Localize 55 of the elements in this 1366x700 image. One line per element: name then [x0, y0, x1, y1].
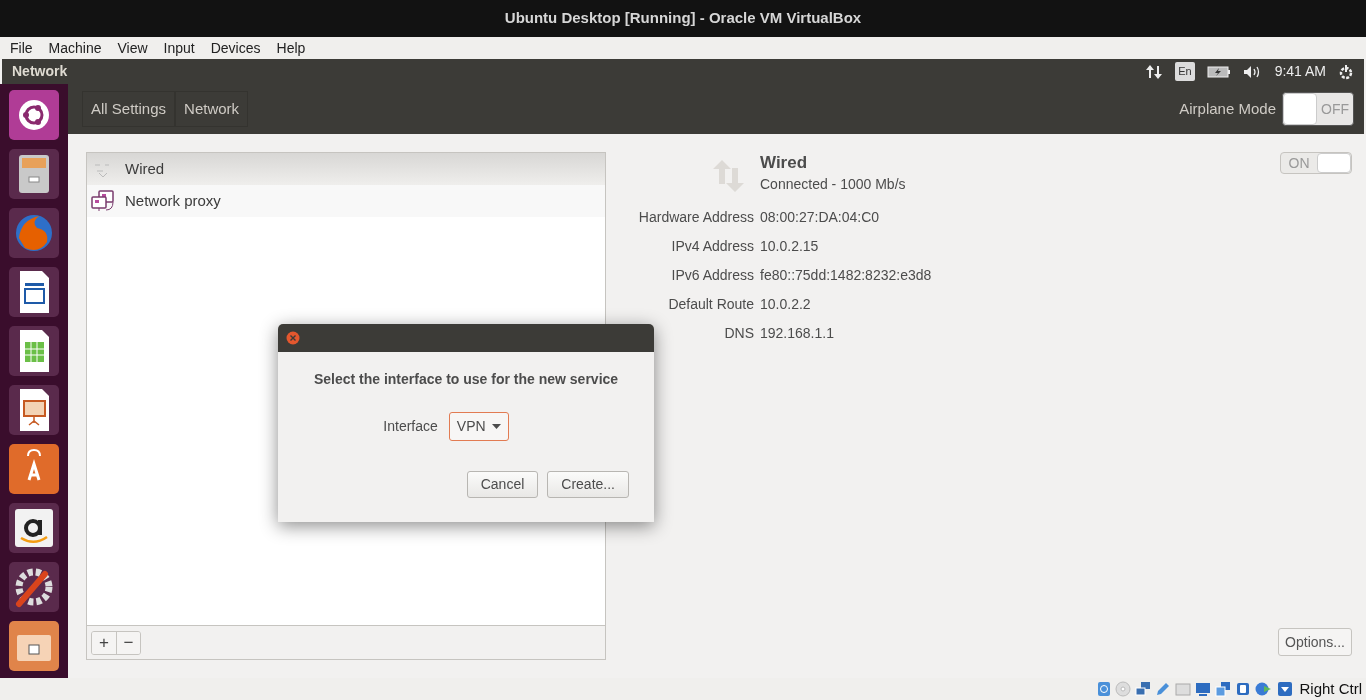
- airplane-mode-label: Airplane Mode: [1179, 98, 1276, 119]
- file-cabinet-icon[interactable]: [9, 149, 59, 199]
- windows-icon[interactable]: [1215, 681, 1232, 697]
- connection-item[interactable]: Wired: [87, 153, 605, 185]
- detail-label: Hardware Address: [637, 208, 754, 227]
- detail-value: fe80::75dd:1482:8232:e3d8: [760, 266, 933, 285]
- menu-item[interactable]: Input: [163, 37, 195, 59]
- clock[interactable]: 9:41 AM: [1274, 61, 1326, 82]
- connection-item[interactable]: Network proxy: [87, 185, 605, 217]
- cancel-button[interactable]: Cancel: [466, 471, 539, 498]
- breadcrumb-button[interactable]: Network: [175, 91, 249, 127]
- detail-value: 08:00:27:DA:04:C0: [760, 208, 881, 227]
- globe-fox-icon[interactable]: [9, 208, 59, 258]
- menu-item[interactable]: File: [10, 37, 33, 59]
- options-button[interactable]: Options...: [1278, 628, 1352, 656]
- ubuntu-logo-icon[interactable]: [9, 90, 59, 140]
- document-icon[interactable]: [9, 267, 59, 317]
- interface-dropdown[interactable]: VPN: [448, 412, 509, 441]
- remove-button[interactable]: −: [116, 631, 140, 654]
- menu-item[interactable]: Machine: [48, 37, 102, 59]
- keyboard-indicator[interactable]: En: [1175, 62, 1195, 81]
- menu-item[interactable]: Help: [276, 37, 306, 59]
- gear-wrench-icon[interactable]: [9, 562, 59, 612]
- menu-item[interactable]: Devices: [210, 37, 261, 59]
- close-icon[interactable]: [286, 331, 300, 345]
- create-button[interactable]: Create...: [547, 471, 629, 498]
- caret-icon: [491, 424, 501, 429]
- connection-status: Connected - 1000 Mb/s: [760, 175, 906, 194]
- detail-label: IPv6 Address: [670, 266, 754, 285]
- detail-value: 10.0.2.15: [760, 237, 820, 256]
- shopping-bag-icon[interactable]: [9, 444, 59, 494]
- computers-icon: [91, 190, 115, 212]
- breadcrumb-button[interactable]: All Settings: [82, 91, 176, 127]
- detail-label: IPv4 Address: [670, 237, 754, 256]
- detail-value: 192.168.1.1: [760, 324, 835, 343]
- spreadsheet-icon[interactable]: [9, 326, 59, 376]
- detail-label: Default Route: [667, 295, 754, 314]
- folder-icon[interactable]: [9, 621, 59, 671]
- menu-item[interactable]: View: [117, 37, 148, 59]
- dialog-prompt: Select the interface to use for the new service: [313, 370, 619, 389]
- display-icon[interactable]: [1195, 681, 1212, 697]
- pencil-icon[interactable]: [1155, 681, 1172, 697]
- network-icon[interactable]: [1135, 681, 1152, 697]
- detail-label: DNS: [723, 324, 754, 343]
- power-gear-icon[interactable]: [1338, 63, 1354, 80]
- window-title: Ubuntu Desktop [Running] - Oracle VM VirtualBox: [504, 8, 862, 29]
- connection-title: Wired: [760, 152, 809, 174]
- presentation-icon[interactable]: [9, 385, 59, 435]
- host-key-label: Right Ctrl: [1299, 678, 1362, 699]
- interface-label: Interface: [383, 417, 438, 436]
- chip-icon[interactable]: [1235, 681, 1252, 697]
- letter-a-icon[interactable]: [9, 503, 59, 553]
- detail-value: 10.0.2.2: [760, 295, 812, 314]
- app-title: Network: [12, 62, 68, 81]
- battery-icon[interactable]: [1206, 65, 1231, 78]
